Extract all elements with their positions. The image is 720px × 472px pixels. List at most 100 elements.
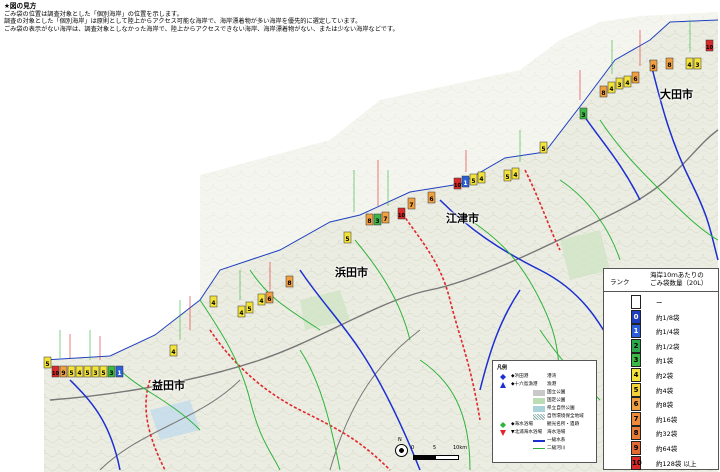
rank-amount-label: 約64袋 [656, 445, 678, 453]
class2-river-line [533, 448, 545, 449]
notes-line: 調査の対象とした「個別海岸」は原則として陸上からアクセス可能な海岸で、海岸漂着物… [4, 18, 362, 26]
svg-text:3: 3 [695, 62, 699, 69]
city-label-masuda: 益田市 [152, 379, 185, 392]
svg-text:5: 5 [471, 178, 475, 185]
rank-amount-label: 約32袋 [656, 430, 678, 439]
scale-tick-5: 5 [433, 445, 437, 451]
bag-marker: 4 [75, 365, 84, 378]
svg-text:4: 4 [211, 300, 215, 307]
bag-marker: 4 [209, 295, 218, 308]
rank-legend-row: 2 約1/2袋 [604, 337, 718, 353]
map-legend-row: 県立自然公園 [497, 405, 593, 413]
svg-text:4: 4 [171, 349, 175, 356]
bag-marker: 4 [511, 167, 520, 180]
rank-amount-label: 約8袋 [656, 401, 674, 410]
class1-river-line [533, 440, 545, 442]
bag-rank-icon: 10 [631, 455, 642, 470]
bag-marker: 5 [503, 169, 512, 182]
svg-text:1: 1 [117, 370, 121, 377]
bag-marker: 10 [705, 39, 713, 52]
svg-text:4: 4 [513, 172, 517, 179]
map-legend-row: ◆浜田港 港湾 [497, 373, 593, 381]
map-legend-desc: 海水浴場 [547, 430, 566, 435]
map-legend-row: ◆十六島漁港 漁港 [497, 381, 593, 389]
svg-text:6: 6 [633, 76, 637, 83]
bag-marker: 1 [461, 175, 470, 188]
svg-text:7: 7 [409, 202, 413, 209]
bag-marker: 6 [265, 291, 274, 304]
rank-legend-row: 0 約1/8袋 [604, 308, 718, 324]
bag-marker: 3 [693, 57, 702, 70]
rank-legend-row: 5 約4袋 [604, 381, 718, 397]
scale-segment [435, 455, 459, 460]
svg-text:4: 4 [239, 310, 243, 317]
map-legend-desc: 二級河川 [547, 446, 566, 451]
rank-amount-label: 約2袋 [656, 372, 674, 380]
svg-text:3: 3 [617, 82, 621, 89]
svg-text:9: 9 [651, 64, 655, 71]
bag-marker: 3 [615, 77, 624, 90]
beach-icon [497, 430, 509, 436]
map-legend-desc: 港湾 [547, 374, 557, 379]
map-notes: ★図の見方 ごみ袋の位置は調査対象とした「個別海岸」の位置を示します。 調査の対… [4, 2, 464, 33]
bag-marker: 6 [427, 191, 436, 204]
amount-column-label-line2: ごみ袋数量（20L） [650, 279, 708, 287]
notes-heading: ★図の見方 [4, 2, 37, 10]
svg-text:3: 3 [93, 370, 97, 377]
bag-marker: 7 [381, 211, 390, 224]
bag-marker: 4 [607, 81, 616, 94]
svg-text:10: 10 [52, 371, 59, 377]
map-legend-desc: 県立自然公園 [547, 406, 575, 411]
national-park-swatch [533, 390, 545, 396]
map-legend-desc: 一級水系 [547, 438, 566, 443]
map-legend-label: ◆海水浴場 [511, 422, 533, 427]
map-legend-label: ◆十六島漁港 [511, 382, 538, 387]
map-legend-desc: 観光名所・遺跡 [547, 422, 580, 427]
svg-text:5: 5 [45, 361, 49, 368]
rank-legend-row: 4 約2袋 [604, 366, 718, 382]
svg-text:6: 6 [267, 296, 271, 303]
map-legend-desc: 国定公園 [547, 398, 566, 403]
scale-bar: N 0 5 10km [395, 437, 505, 468]
map-legend-row: 国定公園 [497, 397, 593, 405]
rank-amount-label: ー [656, 299, 663, 307]
svg-text:5: 5 [541, 146, 545, 153]
bag-marker: 4 [477, 171, 486, 184]
notes-line: ごみ袋の表示がない海岸は、調査対象としなかった海岸で、陸上からアクセスできない海… [4, 25, 399, 33]
svg-text:5: 5 [85, 370, 89, 377]
bag-marker: 5 [539, 141, 548, 154]
svg-text:3: 3 [581, 112, 585, 119]
svg-text:3: 3 [375, 218, 379, 225]
quasi-national-park-swatch [533, 398, 545, 404]
svg-text:10: 10 [706, 45, 713, 51]
map-legend-row: 一級水系 [497, 437, 593, 445]
prefectural-park-swatch [533, 406, 545, 412]
map-legend-row: 自然環境保全地域 [497, 413, 593, 421]
map-legend-label: ◆浜田港 [511, 374, 529, 379]
bag-marker: 4 [169, 344, 178, 357]
svg-text:5: 5 [505, 174, 509, 181]
sightseeing-icon [497, 422, 509, 428]
svg-text:8: 8 [287, 280, 291, 287]
bag-marker: 8 [599, 85, 608, 98]
rank-amount-label: 約16袋 [656, 415, 678, 424]
map-legend: 凡例 ◆浜田港 港湾 ◆十六島漁港 漁港 国立公園 国定公園 県立自然公園 自然… [492, 360, 597, 463]
map-legend-desc: 漁港 [547, 382, 557, 387]
svg-text:1: 1 [463, 180, 467, 187]
svg-text:5: 5 [69, 370, 73, 377]
svg-text:7: 7 [383, 216, 387, 223]
svg-text:4: 4 [625, 80, 629, 87]
svg-text:4: 4 [687, 62, 691, 69]
scale-tick-10: 10km [453, 445, 468, 451]
bag-marker: 5 [67, 365, 76, 378]
city-label-hamada: 浜田市 [335, 266, 368, 279]
fishing-port-icon [497, 382, 509, 388]
bag-marker: 4 [685, 57, 694, 70]
map-legend-label: ▼北浦海水浴場 [511, 430, 543, 435]
bag-marker: 10 [397, 207, 405, 220]
bag-marker: 5 [469, 173, 478, 186]
svg-text:6: 6 [429, 196, 433, 203]
bag-marker: 5 [99, 365, 108, 378]
amount-column-label: 海岸10ｍあたりの ごみ袋数量（20L） [650, 271, 707, 287]
bag-marker: 3 [107, 365, 116, 378]
